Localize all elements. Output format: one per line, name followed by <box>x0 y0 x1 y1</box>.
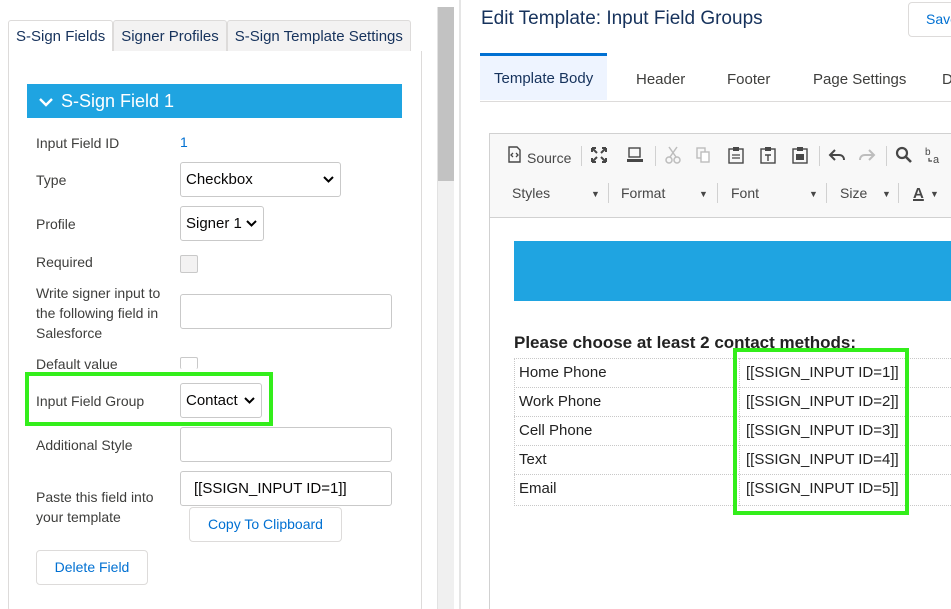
profile-select[interactable]: Signer 1 <box>180 206 264 241</box>
required-label: Required <box>36 254 93 270</box>
type-select-value: Checkbox <box>186 171 253 188</box>
field-section-title: S-Sign Field 1 <box>61 91 175 111</box>
toolbar-separator <box>581 146 582 166</box>
additional-style-input[interactable] <box>180 427 392 462</box>
table-border-left <box>514 358 515 506</box>
toolbar-separator <box>898 183 899 203</box>
caret-down-icon: ▼ <box>930 189 939 199</box>
show-blocks-icon[interactable] <box>626 146 644 170</box>
default-value-checkbox[interactable] <box>180 357 198 369</box>
find-icon[interactable] <box>895 146 913 170</box>
row-label: Cell Phone <box>519 422 593 439</box>
source-label: Source <box>527 149 572 166</box>
salesforce-field-input[interactable] <box>180 294 392 329</box>
caret-down-icon: ▼ <box>591 189 600 199</box>
tab-underline <box>480 101 951 102</box>
text-color-button[interactable]: A ▼ <box>913 183 939 204</box>
tab-signer-profiles[interactable]: Signer Profiles <box>113 20 227 51</box>
source-button[interactable]: Source <box>507 146 571 169</box>
copy-icon[interactable] <box>695 146 711 170</box>
styles-combo[interactable]: Styles ▼ <box>512 183 600 203</box>
row-label: Text <box>519 451 547 468</box>
cut-icon[interactable] <box>665 146 681 170</box>
tab-template-body[interactable]: Template Body <box>480 53 608 100</box>
save-button[interactable]: Save <box>908 2 951 37</box>
paste-field-input[interactable]: [[SSIGN_INPUT ID=1]] <box>180 471 392 506</box>
paste-icon[interactable] <box>727 146 745 170</box>
tab-footer[interactable]: Footer <box>727 55 770 102</box>
tab-d[interactable]: D <box>942 55 951 102</box>
chevron-down-icon <box>39 85 55 119</box>
default-value-label: Default value <box>36 356 118 372</box>
tab-s-sign-template-settings[interactable]: S-Sign Template Settings <box>226 20 411 51</box>
tab-s-sign-fields[interactable]: S-Sign Fields <box>8 20 114 51</box>
row-label: Email <box>519 480 557 497</box>
write-signer-label-line1: Write signer input to <box>36 285 161 301</box>
additional-style-label: Additional Style <box>36 437 133 453</box>
paste-text-icon[interactable] <box>759 146 777 170</box>
toolbar-separator <box>826 183 827 203</box>
chevron-down-icon <box>323 163 334 210</box>
undo-icon[interactable] <box>828 146 846 170</box>
text-color-icon: A <box>913 185 924 202</box>
input-field-id-value: 1 <box>180 134 188 150</box>
toolbar-separator <box>608 183 609 203</box>
document-banner <box>514 241 951 301</box>
field-panel-tabs: S-Sign Fields Signer Profiles S-Sign Tem… <box>8 20 411 51</box>
replace-icon[interactable]: ba <box>925 146 945 170</box>
styles-label: Styles <box>512 185 551 201</box>
tab-header[interactable]: Header <box>636 55 685 102</box>
row-label: Work Phone <box>519 393 602 410</box>
caret-down-icon: ▼ <box>809 189 818 199</box>
svg-text:a: a <box>933 154 940 164</box>
size-combo[interactable]: Size ▼ <box>840 183 891 203</box>
field-section-header[interactable]: S-Sign Field 1 <box>27 84 402 118</box>
svg-text:b: b <box>925 147 931 158</box>
row-label: Home Phone <box>519 364 607 381</box>
tab-page-settings[interactable]: Page Settings <box>813 55 906 102</box>
format-combo[interactable]: Format ▼ <box>621 183 708 203</box>
input-field-id-label: Input Field ID <box>36 135 120 151</box>
profile-select-value: Signer 1 <box>186 215 242 232</box>
format-label: Format <box>621 185 666 201</box>
paste-field-label-line1: Paste this field into <box>36 489 154 505</box>
caret-down-icon: ▼ <box>882 189 891 199</box>
panel-divider <box>459 0 461 609</box>
paste-word-icon[interactable] <box>791 146 809 170</box>
redo-icon[interactable] <box>858 146 876 170</box>
profile-label: Profile <box>36 216 76 232</box>
source-icon <box>507 146 522 169</box>
chevron-down-icon <box>246 207 257 254</box>
page-title: Edit Template: Input Field Groups <box>481 8 763 29</box>
toolbar-separator <box>655 146 656 166</box>
delete-field-button[interactable]: Delete Field <box>36 550 148 585</box>
toolbar-separator <box>886 146 887 166</box>
caret-down-icon: ▼ <box>699 189 708 199</box>
write-signer-label-line2: the following field in <box>36 305 159 321</box>
input-field-group-highlight <box>25 372 273 426</box>
font-label: Font <box>731 185 760 201</box>
copy-to-clipboard-button[interactable]: Copy To Clipboard <box>189 507 342 542</box>
size-label: Size <box>840 185 868 201</box>
write-signer-label-line3: Salesforce <box>36 325 103 341</box>
type-select[interactable]: Checkbox <box>180 162 341 197</box>
field-codes-highlight <box>733 348 909 515</box>
paste-field-label-line2: your template <box>36 509 121 525</box>
type-label: Type <box>36 172 67 188</box>
toolbar-separator <box>819 146 820 166</box>
maximize-icon[interactable] <box>590 146 608 170</box>
scrollbar-thumb[interactable] <box>438 7 454 181</box>
required-checkbox[interactable] <box>180 255 198 273</box>
font-combo[interactable]: Font ▼ <box>731 183 818 203</box>
toolbar-separator <box>717 183 718 203</box>
